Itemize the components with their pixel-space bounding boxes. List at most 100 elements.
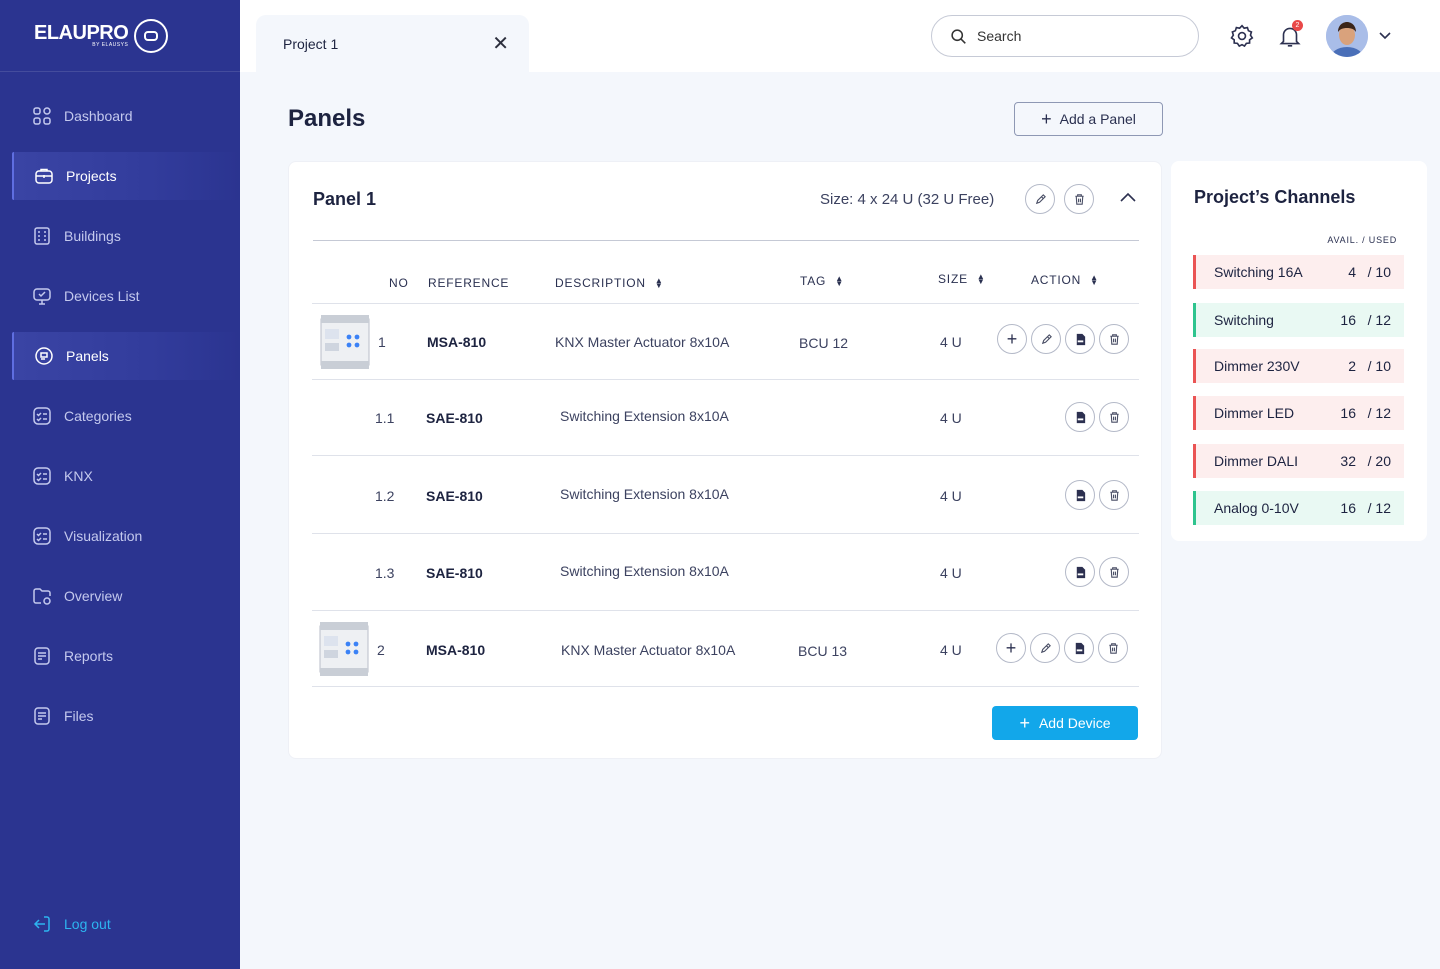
page-title: Panels — [288, 105, 366, 132]
row-reference: MSA-810 — [426, 642, 486, 658]
logout-icon — [33, 916, 50, 932]
pdf-button[interactable] — [1065, 557, 1095, 587]
pdf-icon — [1076, 411, 1085, 423]
chevron-up-icon[interactable] — [1118, 190, 1138, 206]
row-tag: BCU 12 — [799, 335, 849, 351]
delete-device-button[interactable] — [1099, 480, 1129, 510]
column-header-action[interactable]: ACTION ▲ ▼ — [1031, 273, 1099, 287]
sidebar-item-knx[interactable]: KNX — [0, 452, 240, 500]
add-panel-button[interactable]: + Add a Panel — [1014, 102, 1163, 136]
row-reference: SAE-810 — [426, 410, 483, 426]
pencil-icon — [1040, 642, 1051, 653]
channels-title: Project’s Channels — [1194, 187, 1356, 207]
row-no: 1.2 — [375, 488, 395, 504]
device-image — [320, 315, 370, 369]
channel-name: Dimmer 230V — [1214, 358, 1300, 374]
sidebar-item-dashboard[interactable]: Dashboard — [0, 92, 240, 140]
column-header-description[interactable]: DESCRIPTION ▲ ▼ — [555, 276, 664, 290]
pdf-button[interactable] — [1065, 402, 1095, 432]
channel-avail: 2 — [1348, 358, 1356, 374]
pdf-button[interactable] — [1065, 324, 1095, 354]
knx-icon — [33, 467, 51, 485]
gear-icon — [1230, 24, 1254, 48]
sidebar-item-reports[interactable]: Reports — [0, 632, 240, 680]
row-tag: BCU 13 — [798, 643, 848, 659]
add-extension-button[interactable]: + — [996, 633, 1026, 663]
delete-device-button[interactable] — [1099, 324, 1129, 354]
search-input[interactable] — [977, 28, 1177, 44]
sidebar-item-overview[interactable]: Overview — [0, 572, 240, 620]
sort-icon: ▲ ▼ — [654, 276, 664, 290]
sidebar-item-label: Reports — [64, 648, 114, 664]
pencil-icon — [1041, 333, 1052, 344]
delete-device-button[interactable] — [1098, 633, 1128, 663]
plus-icon: + — [1006, 328, 1018, 349]
sidebar-item-label: KNX — [64, 468, 93, 484]
logout-button[interactable]: Log out — [32, 914, 111, 934]
notification-badge: 2 — [1292, 20, 1303, 31]
sidebar-item-devices-list[interactable]: Devices List — [0, 272, 240, 320]
pdf-button[interactable] — [1064, 633, 1094, 663]
add-extension-button[interactable]: + — [997, 324, 1027, 354]
sidebar-item-buildings[interactable]: Buildings — [0, 212, 240, 260]
search-box — [931, 15, 1199, 57]
briefcase-icon — [35, 168, 53, 184]
row-no: 1 — [378, 334, 386, 350]
column-header-no: NO — [389, 276, 409, 290]
close-icon[interactable]: ✕ — [492, 31, 509, 56]
avatar[interactable] — [1326, 15, 1368, 57]
panel-title: Panel 1 — [313, 189, 377, 209]
sidebar-item-panels[interactable]: Panels — [12, 332, 240, 380]
edit-device-button[interactable] — [1031, 324, 1061, 354]
column-header-size[interactable]: SIZE ▲ ▼ — [938, 272, 986, 286]
sidebar-item-files[interactable]: Files — [0, 692, 240, 740]
channel-used: / 12 — [1367, 312, 1391, 328]
panel-divider — [313, 240, 1139, 241]
top-bar: Project 1 ✕ 2 — [240, 0, 1440, 72]
channel-avail: 16 — [1340, 405, 1356, 421]
sidebar-item-label: Visualization — [64, 528, 143, 544]
channel-avail: 4 — [1348, 264, 1356, 280]
row-reference: SAE-810 — [426, 488, 483, 504]
pdf-button[interactable] — [1065, 480, 1095, 510]
delete-panel-button[interactable] — [1064, 184, 1094, 214]
trash-icon — [1109, 411, 1119, 423]
sidebar-item-visualization[interactable]: Visualization — [0, 512, 240, 560]
edit-panel-button[interactable] — [1025, 184, 1055, 214]
brand-logo[interactable]: ELAUPRO BY ELAUSYS — [0, 0, 240, 72]
row-reference: SAE-810 — [426, 565, 483, 581]
panel-size: Size: 4 x 24 U (32 U Free) — [820, 191, 995, 208]
panel-icon — [35, 347, 53, 365]
sidebar: ELAUPRO BY ELAUSYS Dashboard Projects Bu… — [0, 0, 240, 969]
add-device-button[interactable]: + Add Device — [992, 706, 1138, 740]
devices-icon — [33, 288, 51, 305]
channel-name: Analog 0-10V — [1214, 500, 1299, 516]
sidebar-nav: Dashboard Projects Buildings Devices Lis… — [0, 92, 240, 752]
row-size: 4 U — [940, 488, 962, 504]
edit-device-button[interactable] — [1030, 633, 1060, 663]
delete-device-button[interactable] — [1099, 557, 1129, 587]
tab-project[interactable]: Project 1 ✕ — [256, 15, 529, 72]
brand-name: ELAUPRO — [34, 21, 129, 44]
chevron-down-icon[interactable] — [1378, 28, 1392, 42]
sidebar-item-categories[interactable]: Categories — [0, 392, 240, 440]
channel-item: Dimmer LED 16 / 12 — [1193, 396, 1404, 430]
table-row: 1.2 SAE-810 Switching Extension 8x10A 4 … — [312, 455, 1139, 533]
channels-header: AVAIL. / USED — [1327, 235, 1397, 245]
channel-name: Dimmer DALI — [1214, 453, 1299, 469]
pdf-icon — [1075, 642, 1084, 654]
notifications-button[interactable]: 2 — [1277, 20, 1303, 49]
sidebar-item-projects[interactable]: Projects — [12, 152, 240, 200]
plus-icon: + — [1041, 108, 1052, 129]
column-header-label: ACTION — [1031, 273, 1082, 287]
sort-icon: ▲ ▼ — [1090, 273, 1099, 287]
dashboard-icon — [33, 107, 51, 125]
column-header-tag[interactable]: TAG ▲ ▼ — [800, 274, 844, 288]
channel-name: Switching 16A — [1214, 264, 1303, 280]
row-size: 4 U — [940, 334, 962, 350]
settings-button[interactable] — [1229, 23, 1255, 49]
row-no: 1.1 — [375, 410, 395, 426]
delete-device-button[interactable] — [1099, 402, 1129, 432]
device-image — [319, 622, 369, 676]
sidebar-item-label: Overview — [64, 588, 123, 604]
